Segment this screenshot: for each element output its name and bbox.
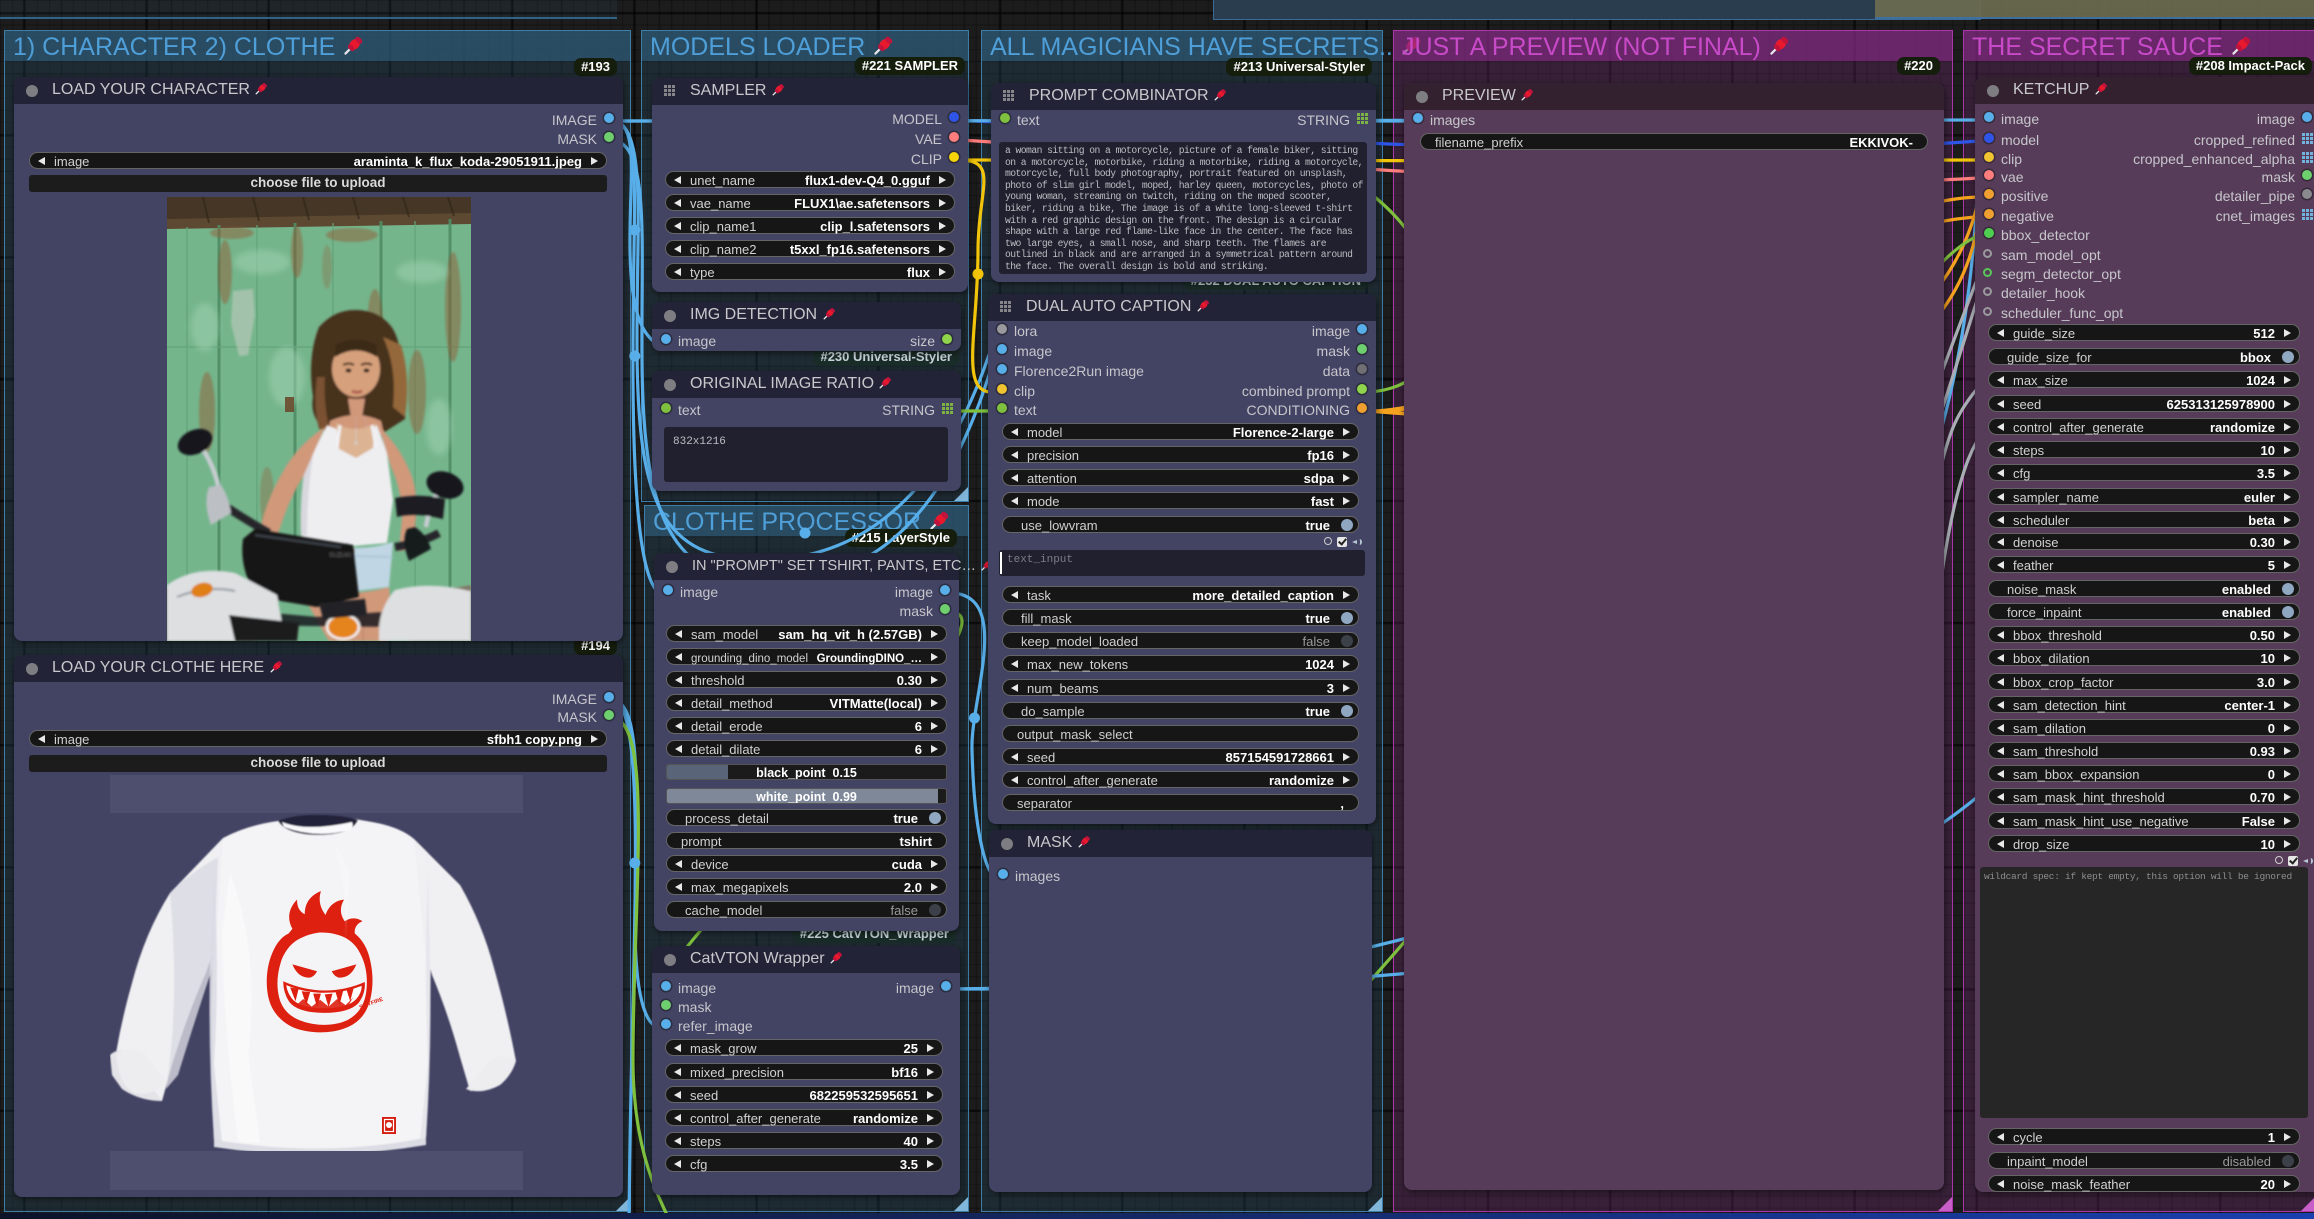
svg-text:SUZUKI: SUZUKI bbox=[329, 553, 351, 559]
